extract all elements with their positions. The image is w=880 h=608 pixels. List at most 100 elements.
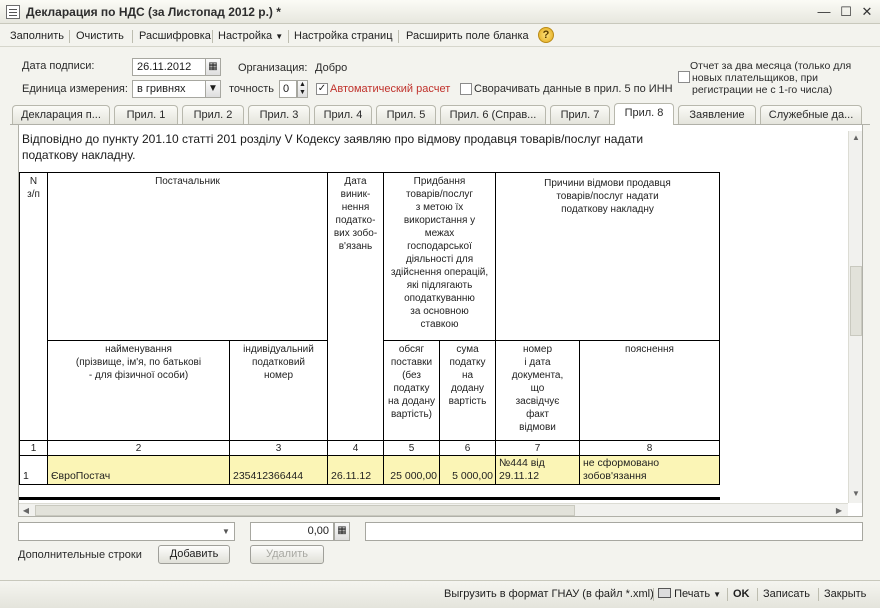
page-settings-button[interactable]: Настройка страниц bbox=[292, 28, 395, 44]
export-button[interactable]: Выгрузить в формат ГНАУ (в файл *.xml) bbox=[444, 588, 654, 600]
chevron-down-icon: ▼ bbox=[713, 590, 722, 599]
minimize-icon[interactable]: — bbox=[816, 4, 832, 20]
toolbar-divider bbox=[398, 30, 399, 43]
help-icon[interactable]: ? bbox=[538, 27, 554, 43]
tab-statement[interactable]: Заявление bbox=[678, 105, 756, 124]
toolbar-divider bbox=[757, 588, 758, 601]
decode-button[interactable]: Расшифровка bbox=[137, 28, 213, 44]
tab-app1[interactable]: Прил. 1 bbox=[114, 105, 178, 124]
tab-app8[interactable]: Прил. 8 bbox=[614, 103, 674, 125]
tab-service-data[interactable]: Служебные да... bbox=[760, 105, 862, 124]
two-month-label-line3: регистрации не с 1-го числа) bbox=[692, 84, 833, 96]
explanation-cell[interactable]: не сформовано зобов'язання bbox=[579, 455, 720, 485]
precision-label: точность bbox=[229, 83, 274, 95]
row-number-cell[interactable]: 1 bbox=[19, 455, 48, 485]
add-button[interactable]: Добавить bbox=[158, 545, 230, 564]
doc-number-cell[interactable]: №444 від 29.11.12 bbox=[495, 455, 580, 485]
document-panel: Відповідно до пункту 201.10 статті 201 р… bbox=[18, 124, 863, 517]
tab-app3[interactable]: Прил. 3 bbox=[248, 105, 310, 124]
auto-calc-checkbox[interactable]: ✓ bbox=[316, 83, 328, 95]
sign-date-label: Дата подписи: bbox=[22, 60, 95, 72]
toolbar-divider bbox=[653, 588, 654, 601]
column-number-7: 7 bbox=[495, 440, 580, 456]
expand-field-button[interactable]: Расширить поле бланка bbox=[404, 28, 531, 44]
amount-field[interactable]: 0,00 bbox=[250, 522, 334, 541]
chevron-down-icon: ▼ bbox=[275, 32, 284, 41]
tab-app7[interactable]: Прил. 7 bbox=[550, 105, 610, 124]
intro-line-2: податкову накладну. bbox=[22, 148, 136, 162]
date-cell[interactable]: 26.11.12 bbox=[327, 455, 384, 485]
column-number-8: 8 bbox=[579, 440, 720, 456]
header-number: N з/п bbox=[19, 172, 48, 441]
two-month-checkbox[interactable] bbox=[678, 71, 690, 83]
column-number-5: 5 bbox=[383, 440, 440, 456]
fill-button[interactable]: Заполнить bbox=[8, 28, 66, 44]
precision-field[interactable]: 0 bbox=[279, 80, 297, 98]
column-number-2: 2 bbox=[47, 440, 230, 456]
chevron-down-icon[interactable]: ▼ bbox=[205, 80, 221, 98]
chevron-down-icon[interactable]: ▼ bbox=[222, 527, 230, 536]
delete-button[interactable]: Удалить bbox=[250, 545, 324, 564]
precision-stepper[interactable]: ▲ ▼ bbox=[297, 80, 308, 98]
collapse-checkbox[interactable] bbox=[460, 83, 472, 95]
header-purchase: Придбання товарів/послуг з метою їх вико… bbox=[383, 172, 496, 341]
unit-label: Единица измерения: bbox=[22, 83, 128, 95]
window-title: Декларация по НДС (за Листопад 2012 р.) … bbox=[26, 5, 281, 19]
clear-button[interactable]: Очистить bbox=[74, 28, 126, 44]
volume-cell[interactable]: 25 000,00 bbox=[383, 455, 440, 485]
vertical-scrollbar[interactable]: ▲ ▼ bbox=[848, 131, 862, 503]
sign-date-field[interactable]: 26.11.2012 bbox=[132, 58, 206, 76]
calculator-icon[interactable]: ▦ bbox=[334, 522, 350, 541]
supplier-name-cell[interactable]: ЄвроПостач bbox=[47, 455, 230, 485]
maximize-icon[interactable]: ☐ bbox=[838, 4, 854, 20]
vertical-scroll-thumb[interactable] bbox=[850, 266, 862, 336]
vat-sum-cell[interactable]: 5 000,00 bbox=[439, 455, 496, 485]
toolbar-divider bbox=[69, 30, 70, 43]
tab-app2[interactable]: Прил. 2 bbox=[182, 105, 244, 124]
organization-label: Организация: bbox=[238, 62, 308, 74]
save-button[interactable]: Записать bbox=[763, 588, 810, 600]
header-tax-number: індивідуальний податковий номер bbox=[229, 340, 328, 441]
header-volume: обсяг поставки (без податку на додану ва… bbox=[383, 340, 440, 441]
horizontal-scrollbar[interactable]: ◀ ▶ bbox=[19, 503, 848, 516]
scroll-right-icon[interactable]: ▶ bbox=[832, 504, 846, 516]
header-date: Дата виник- нення податко- вих зобо- в'я… bbox=[327, 172, 384, 441]
table-bottom-rule bbox=[19, 497, 720, 500]
toolbar-divider bbox=[288, 30, 289, 43]
collapse-label: Сворачивать данные в прил. 5 по ИНН bbox=[474, 83, 673, 95]
bottom-command-bar: Выгрузить в формат ГНАУ (в файл *.xml) П… bbox=[0, 580, 880, 608]
scroll-up-icon[interactable]: ▲ bbox=[849, 131, 862, 145]
auto-calc-label: Автоматический расчет bbox=[330, 83, 451, 95]
tab-app4[interactable]: Прил. 4 bbox=[314, 105, 372, 124]
tab-app5[interactable]: Прил. 5 bbox=[376, 105, 436, 124]
bottom-select[interactable] bbox=[18, 522, 235, 541]
settings-label: Настройка bbox=[218, 30, 273, 42]
column-number-1: 1 bbox=[19, 440, 48, 456]
ok-button[interactable]: OK bbox=[733, 588, 750, 600]
column-number-3: 3 bbox=[229, 440, 328, 456]
unit-select[interactable]: в гривнях bbox=[132, 80, 206, 98]
header-explanation: пояснення bbox=[579, 340, 720, 441]
document-icon bbox=[6, 5, 20, 19]
close-button[interactable]: Закрыть bbox=[824, 588, 866, 600]
column-number-6: 6 bbox=[439, 440, 496, 456]
column-number-4: 4 bbox=[327, 440, 384, 456]
title-bar: Декларация по НДС (за Листопад 2012 р.) … bbox=[0, 0, 880, 24]
toolbar-divider bbox=[132, 30, 133, 43]
header-reasons: Причини відмови продавця товарів/послуг … bbox=[495, 172, 720, 341]
tax-number-cell[interactable]: 235412366444 bbox=[229, 455, 328, 485]
scroll-down-icon[interactable]: ▼ bbox=[849, 487, 862, 501]
two-month-label-line1: Отчет за два месяца (только для bbox=[690, 60, 852, 72]
print-button[interactable]: Печать ▼ bbox=[658, 588, 724, 600]
header-supplier: Постачальник bbox=[47, 172, 328, 341]
tab-declaration[interactable]: Декларация п... bbox=[12, 105, 110, 124]
calendar-icon[interactable]: ▦ bbox=[205, 58, 221, 76]
tab-app6[interactable]: Прил. 6 (Справ... bbox=[440, 105, 546, 124]
horizontal-scroll-thumb[interactable] bbox=[35, 505, 575, 516]
close-icon[interactable]: ✕ bbox=[859, 4, 875, 20]
printer-icon bbox=[658, 588, 671, 598]
scroll-left-icon[interactable]: ◀ bbox=[19, 504, 33, 516]
cell-text-field[interactable] bbox=[365, 522, 863, 541]
extra-rows-label: Дополнительные строки bbox=[18, 549, 142, 561]
settings-menu-button[interactable]: Настройка ▼ bbox=[216, 28, 285, 44]
